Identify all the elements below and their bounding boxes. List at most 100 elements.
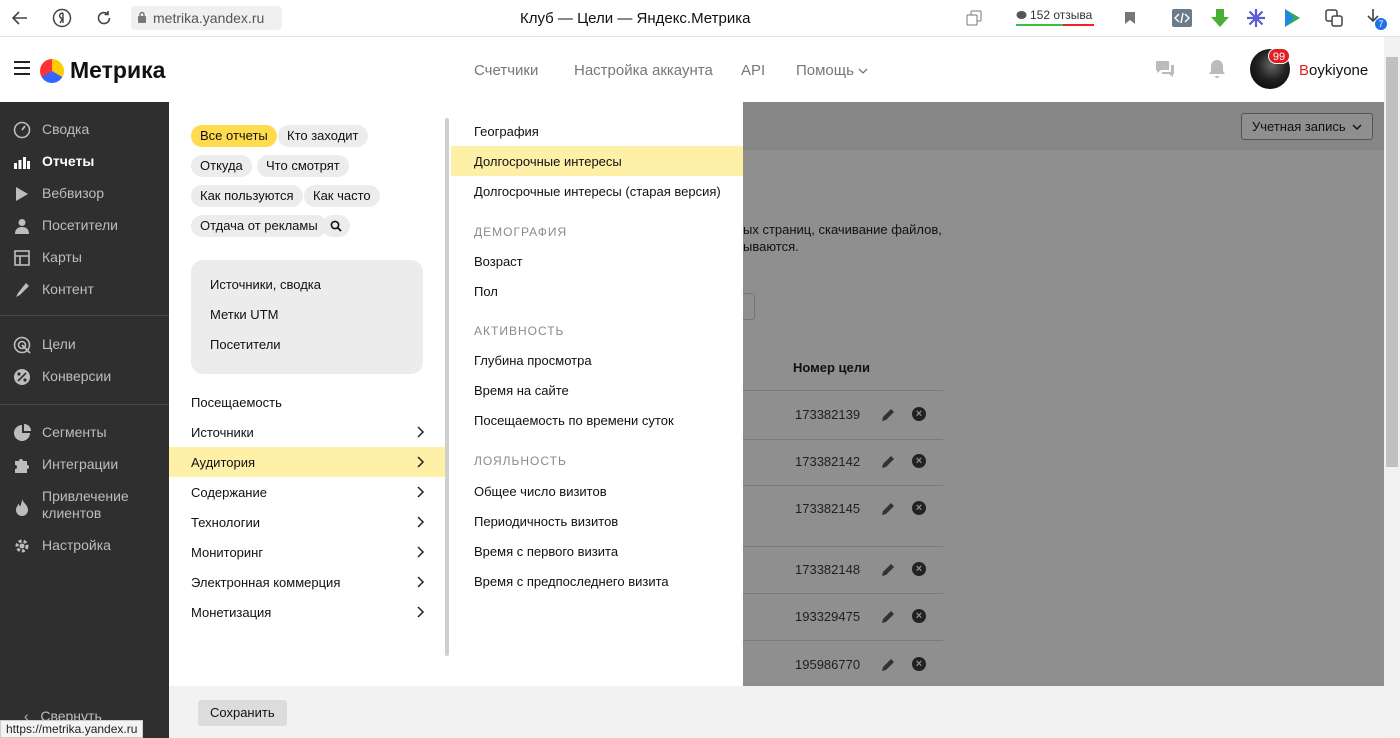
delete-icon[interactable]: ×	[912, 609, 926, 623]
quick-report-utm[interactable]: Метки UTM	[210, 307, 278, 322]
play-extension-icon[interactable]	[1282, 8, 1302, 28]
translate-extension-icon[interactable]	[1324, 8, 1344, 28]
rating-bar	[1016, 24, 1094, 26]
menu-item-ecommerce[interactable]: Электронная коммерция	[169, 567, 445, 597]
edit-pencil-icon[interactable]	[881, 455, 895, 469]
page-scrollbar-thumb[interactable]	[1386, 57, 1398, 467]
back-arrow-icon[interactable]	[10, 8, 30, 28]
nav-help[interactable]: Помощь	[796, 62, 868, 79]
menu-icon[interactable]	[14, 61, 30, 75]
search-icon	[330, 220, 342, 232]
downloads-icon[interactable]: 7	[1364, 8, 1387, 30]
map-icon	[12, 249, 32, 267]
report-time-since-previous-visit[interactable]: Время с предпоследнего визита	[451, 566, 743, 596]
sidebar-label: Привлечение клиентов	[42, 488, 129, 521]
username-initial: B	[1299, 62, 1310, 79]
search-input-edge[interactable]	[743, 293, 755, 320]
sidebar-item-visitors[interactable]: Посетители	[0, 217, 169, 235]
delete-icon[interactable]: ×	[912, 407, 926, 421]
chevron-right-icon	[417, 426, 425, 438]
edit-pencil-icon[interactable]	[881, 658, 895, 672]
reload-icon[interactable]	[94, 8, 114, 28]
panel-scrollbar[interactable]	[445, 118, 449, 656]
report-view-depth[interactable]: Глубина просмотра	[451, 345, 743, 375]
menu-item-label: Электронная коммерция	[191, 574, 341, 590]
menu-item-audience[interactable]: Аудитория	[169, 447, 445, 477]
report-geography[interactable]: География	[451, 116, 743, 146]
menu-item-technologies[interactable]: Технологии	[169, 507, 445, 537]
quick-report-sources-summary[interactable]: Источники, сводка	[210, 277, 321, 292]
download-extension-icon[interactable]	[1210, 8, 1230, 28]
sidebar-item-segments[interactable]: Сегменты	[0, 424, 169, 442]
sidebar-label: Посетители	[42, 217, 118, 233]
metrika-logo-icon	[40, 58, 64, 83]
edit-pencil-icon[interactable]	[881, 408, 895, 422]
sidebar-item-content[interactable]: Контент	[0, 281, 169, 299]
report-age[interactable]: Возраст	[451, 246, 743, 276]
chip-ad-return[interactable]: Отдача от рекламы	[191, 215, 327, 237]
sidebar-item-reports[interactable]: Отчеты	[0, 153, 169, 171]
menu-item-monetization[interactable]: Монетизация	[169, 597, 445, 627]
sidebar-item-goals[interactable]: Цели	[0, 336, 169, 354]
report-gender[interactable]: Пол	[451, 276, 743, 306]
chip-what-they-view[interactable]: Что смотрят	[257, 155, 349, 177]
copy-tab-icon[interactable]	[964, 8, 984, 28]
menu-item-sources[interactable]: Источники	[169, 417, 445, 447]
sidebar-item-conversions[interactable]: Конверсии	[0, 368, 169, 386]
account-dropdown[interactable]: Учетная запись	[1241, 113, 1373, 140]
chat-icon[interactable]	[1153, 57, 1177, 81]
goal-number: 173382142	[795, 454, 861, 469]
report-long-term-interests-old[interactable]: Долгосрочные интересы (старая версия)	[451, 176, 743, 206]
chip-how-often[interactable]: Как часто	[304, 185, 380, 207]
edit-pencil-icon[interactable]	[881, 563, 895, 577]
report-attendance-by-time[interactable]: Посещаемость по времени суток	[451, 405, 743, 435]
report-visit-frequency[interactable]: Периодичность визитов	[451, 506, 743, 536]
edit-pencil-icon[interactable]	[881, 502, 895, 516]
quick-reports-box: Источники, сводка Метки UTM Посетители	[191, 260, 423, 374]
quick-report-visitors[interactable]: Посетители	[210, 337, 281, 352]
bookmark-icon[interactable]	[1120, 8, 1140, 28]
username[interactable]: Boykiyone	[1299, 62, 1368, 79]
delete-icon[interactable]: ×	[912, 501, 926, 515]
chip-how-they-use[interactable]: Как пользуются	[191, 185, 303, 207]
edit-pencil-icon[interactable]	[881, 610, 895, 624]
sidebar-item-integrations[interactable]: Интеграции	[0, 456, 169, 474]
snowflake-extension-icon[interactable]	[1246, 8, 1266, 28]
sidebar-item-summary[interactable]: Сводка	[0, 121, 169, 139]
nav-account-settings[interactable]: Настройка аккаунта	[574, 62, 713, 79]
bell-icon[interactable]	[1205, 57, 1229, 81]
username-rest: oykiyone	[1309, 62, 1369, 79]
nav-api[interactable]: API	[741, 62, 765, 79]
chip-all-reports[interactable]: Все отчеты	[191, 125, 277, 147]
metrika-logo[interactable]: Метрика	[40, 57, 165, 84]
address-bar[interactable]: metrika.yandex.ru	[131, 6, 282, 30]
report-time-on-site[interactable]: Время на сайте	[451, 375, 743, 405]
delete-icon[interactable]: ×	[912, 562, 926, 576]
menu-item-attendance[interactable]: Посещаемость	[169, 387, 445, 417]
description-line-2: ываются.	[743, 239, 799, 254]
menu-item-label: Монетизация	[191, 604, 272, 620]
page-scrollbar[interactable]	[1384, 37, 1400, 738]
section-demography: ДЕМОГРАФИЯ	[474, 225, 568, 239]
save-bar: Сохранить	[169, 686, 1384, 738]
delete-icon[interactable]: ×	[912, 454, 926, 468]
report-total-visits[interactable]: Общее число визитов	[451, 476, 743, 506]
report-time-since-first-visit[interactable]: Время с первого визита	[451, 536, 743, 566]
save-button[interactable]: Сохранить	[198, 700, 287, 726]
notification-badge: 99	[1268, 48, 1290, 64]
sidebar-item-acquisition[interactable]: Привлечение клиентов	[0, 488, 169, 522]
nav-counters[interactable]: Счетчики	[474, 62, 538, 79]
reviews-widget[interactable]: 152 отзыва	[1016, 8, 1094, 26]
sidebar-item-webvisor[interactable]: Вебвизор	[0, 185, 169, 203]
menu-item-monitoring[interactable]: Мониторинг	[169, 537, 445, 567]
yandex-logo-icon[interactable]	[52, 8, 72, 28]
chip-search[interactable]	[322, 215, 350, 237]
sidebar-item-settings[interactable]: Настройка	[0, 537, 169, 555]
chip-who-visits[interactable]: Кто заходит	[278, 125, 368, 147]
report-long-term-interests[interactable]: Долгосрочные интересы	[451, 146, 743, 176]
menu-item-content[interactable]: Содержание	[169, 477, 445, 507]
dev-tools-extension-icon[interactable]	[1172, 8, 1192, 28]
delete-icon[interactable]: ×	[912, 657, 926, 671]
sidebar-item-maps[interactable]: Карты	[0, 249, 169, 267]
chip-where-from[interactable]: Откуда	[191, 155, 252, 177]
